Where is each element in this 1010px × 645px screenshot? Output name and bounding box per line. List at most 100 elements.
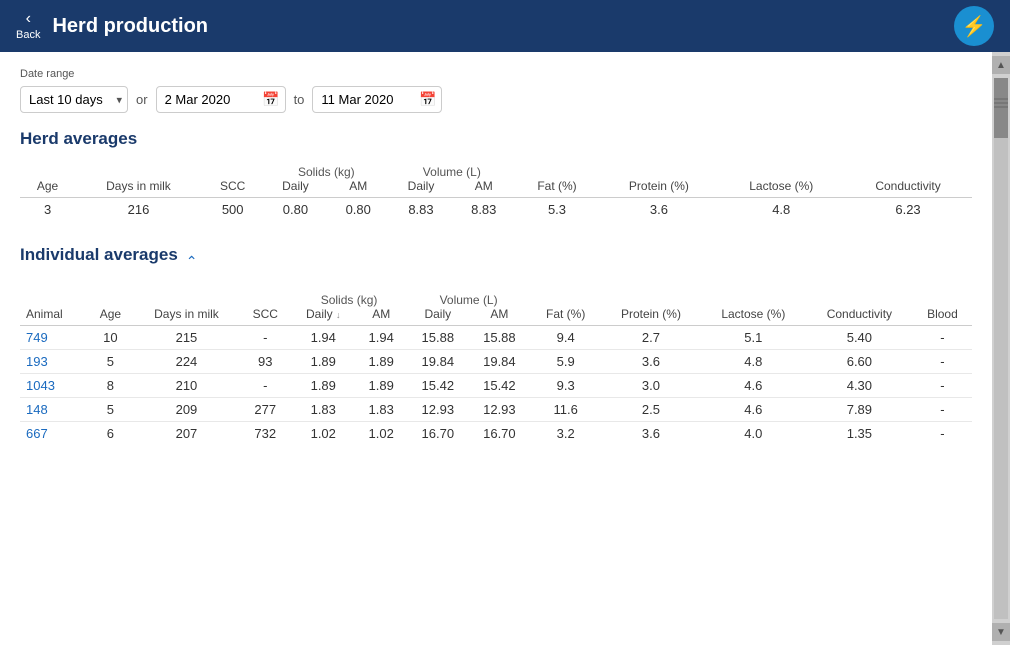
- ind-age: 6: [87, 422, 133, 446]
- ind-volume-daily: 19.84: [407, 350, 469, 374]
- preset-select-wrapper[interactable]: Last 10 days Last 30 days Custom: [20, 86, 128, 113]
- ind-blood: -: [913, 374, 972, 398]
- table-row: 193 5 224 93 1.89 1.89 19.84 19.84 5.9 3…: [20, 350, 972, 374]
- ind-th-fat-empty: [530, 289, 601, 307]
- ind-animal[interactable]: 193: [20, 350, 87, 374]
- herd-th-scc: SCC: [202, 179, 264, 198]
- app-header: ‹ Back Herd production ⚡: [0, 0, 1010, 52]
- ind-animal[interactable]: 148: [20, 398, 87, 422]
- ind-solids-daily: 1.89: [291, 350, 355, 374]
- scroll-down-button[interactable]: ▼: [992, 623, 1010, 641]
- scroll-track[interactable]: [994, 78, 1008, 619]
- herd-th-solids-daily: Daily: [264, 179, 328, 198]
- animal-link[interactable]: 749: [26, 330, 48, 345]
- ind-lactose: 4.8: [701, 350, 806, 374]
- ind-th-conductivity: Conductivity: [806, 307, 913, 326]
- individual-averages-section: Individual averages ⌃ Solids (kg) Volume…: [20, 245, 972, 445]
- herd-th-lactose: Lactose (%): [718, 179, 844, 198]
- ind-age: 10: [87, 326, 133, 350]
- ind-animal[interactable]: 1043: [20, 374, 87, 398]
- animal-link[interactable]: 1043: [26, 378, 55, 393]
- calendar-to-icon[interactable]: 📅: [419, 91, 436, 108]
- date-range-controls: Last 10 days Last 30 days Custom or 📅 to…: [20, 86, 972, 113]
- scroll-grip: [994, 98, 1008, 108]
- ind-th-animal-empty: [20, 289, 87, 307]
- th-age-empty: [20, 161, 75, 179]
- ind-th-volume-group: Volume (L): [407, 289, 530, 307]
- scroll-line-2: [994, 102, 1008, 104]
- scroll-thumb[interactable]: [994, 78, 1008, 138]
- herd-th-conductivity: Conductivity: [844, 179, 972, 198]
- ind-scc: 277: [239, 398, 291, 422]
- th-solids-group: Solids (kg): [264, 161, 390, 179]
- ind-fat: 11.6: [530, 398, 601, 422]
- ind-fat: 5.9: [530, 350, 601, 374]
- ind-age: 8: [87, 374, 133, 398]
- ind-animal[interactable]: 749: [20, 326, 87, 350]
- herd-volume-am: 8.83: [453, 198, 515, 222]
- main-content: Date range Last 10 days Last 30 days Cus…: [0, 52, 1010, 645]
- th-scc-empty: [202, 161, 264, 179]
- animal-link[interactable]: 667: [26, 426, 48, 441]
- individual-averages-table: Solids (kg) Volume (L) Animal Age Days i…: [20, 289, 972, 445]
- ind-volume-daily: 15.88: [407, 326, 469, 350]
- date-from-wrapper: 📅: [156, 86, 286, 113]
- ind-group-header-row: Solids (kg) Volume (L): [20, 289, 972, 307]
- ind-conductivity: 5.40: [806, 326, 913, 350]
- herd-th-volume-daily: Daily: [389, 179, 453, 198]
- to-separator: to: [294, 92, 305, 107]
- ind-th-scc: SCC: [239, 307, 291, 326]
- herd-group-header-row: Solids (kg) Volume (L): [20, 161, 972, 179]
- ind-protein: 2.5: [601, 398, 701, 422]
- ind-lactose: 4.6: [701, 374, 806, 398]
- ind-th-solids-am: AM: [355, 307, 407, 326]
- ind-th-age: Age: [87, 307, 133, 326]
- ind-solids-daily: 1.83: [291, 398, 355, 422]
- ind-blood: -: [913, 326, 972, 350]
- herd-solids-daily: 0.80: [264, 198, 328, 222]
- ind-animal[interactable]: 667: [20, 422, 87, 446]
- ind-fat: 3.2: [530, 422, 601, 446]
- ind-th-dim: Days in milk: [133, 307, 239, 326]
- herd-fat: 5.3: [515, 198, 600, 222]
- ind-th-lactose: Lactose (%): [701, 307, 806, 326]
- herd-volume-daily: 8.83: [389, 198, 453, 222]
- ind-blood: -: [913, 422, 972, 446]
- scroll-up-button[interactable]: ▲: [992, 56, 1010, 74]
- ind-scc: 93: [239, 350, 291, 374]
- ind-solids-am: 1.89: [355, 350, 407, 374]
- ind-solids-daily: 1.94: [291, 326, 355, 350]
- ind-volume-am: 19.84: [469, 350, 531, 374]
- back-button[interactable]: ‹ Back: [16, 11, 40, 41]
- preset-select[interactable]: Last 10 days Last 30 days Custom: [20, 86, 128, 113]
- ind-protein: 3.6: [601, 422, 701, 446]
- individual-averages-title: Individual averages: [20, 245, 178, 265]
- herd-th-solids-am: AM: [327, 179, 389, 198]
- ind-th-animal: Animal: [20, 307, 87, 326]
- lightning-icon-button[interactable]: ⚡: [954, 6, 994, 46]
- chevron-up-icon[interactable]: ⌃: [186, 253, 198, 270]
- animal-link[interactable]: 193: [26, 354, 48, 369]
- scroll-line-1: [994, 98, 1008, 100]
- animal-link[interactable]: 148: [26, 402, 48, 417]
- ind-blood: -: [913, 350, 972, 374]
- ind-protein: 3.0: [601, 374, 701, 398]
- herd-sub-header-row: Age Days in milk SCC Daily AM Daily AM F…: [20, 179, 972, 198]
- ind-dim: 215: [133, 326, 239, 350]
- scrollbar[interactable]: ▲ ▼: [992, 52, 1010, 645]
- th-fat-empty: [515, 161, 600, 179]
- ind-sub-header-row: Animal Age Days in milk SCC Daily ↓ AM D…: [20, 307, 972, 326]
- page-title: Herd production: [52, 15, 942, 38]
- ind-solids-daily: 1.89: [291, 374, 355, 398]
- ind-solids-daily: 1.02: [291, 422, 355, 446]
- ind-scc: -: [239, 374, 291, 398]
- date-to-wrapper: 📅: [312, 86, 442, 113]
- ind-conductivity: 1.35: [806, 422, 913, 446]
- calendar-from-icon[interactable]: 📅: [262, 91, 279, 108]
- date-range-label: Date range: [20, 68, 972, 80]
- ind-th-scc-empty: [239, 289, 291, 307]
- herd-th-age: Age: [20, 179, 75, 198]
- table-row: 148 5 209 277 1.83 1.83 12.93 12.93 11.6…: [20, 398, 972, 422]
- back-label: Back: [16, 29, 40, 41]
- ind-scc: 732: [239, 422, 291, 446]
